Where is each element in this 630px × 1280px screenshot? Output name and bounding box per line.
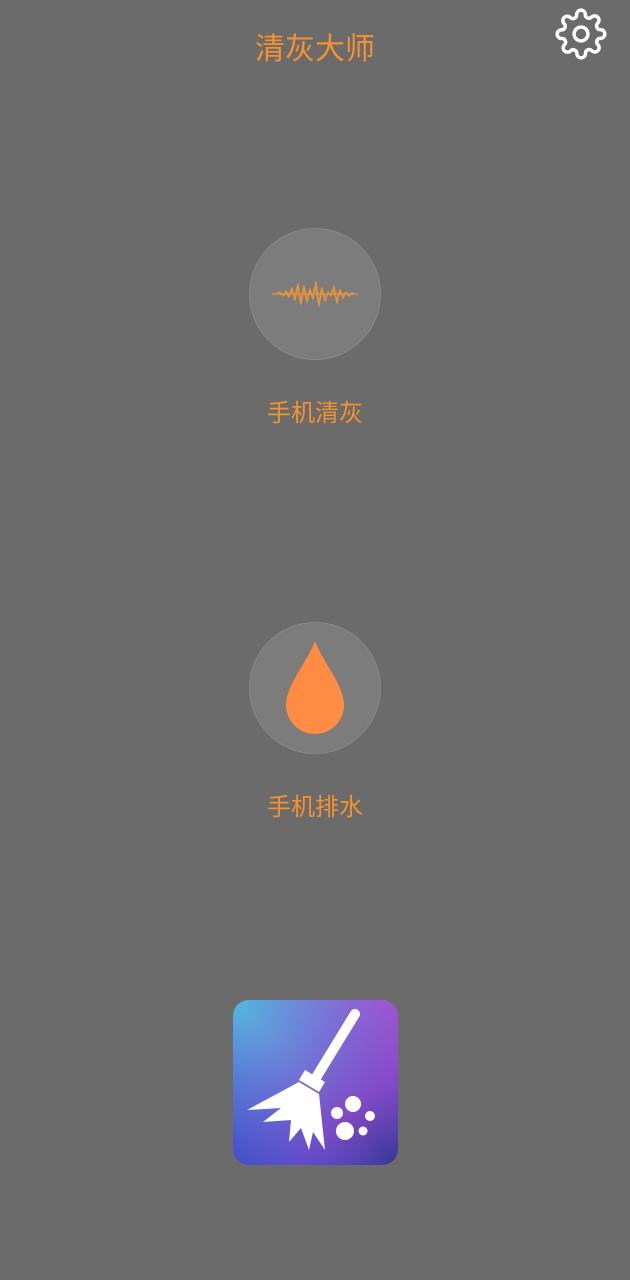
water-eject-feature: 手机排水 xyxy=(0,622,630,824)
dust-clean-button[interactable] xyxy=(249,228,381,360)
water-drop-icon xyxy=(286,641,344,734)
sound-wave-icon xyxy=(272,281,358,307)
dust-clean-label[interactable]: 手机清灰 xyxy=(267,396,363,430)
app-screen: 清灰大师 手机清灰 手机排水 xyxy=(0,0,630,1280)
water-eject-button[interactable] xyxy=(249,622,381,754)
broom-icon xyxy=(233,1000,398,1165)
dust-clean-feature: 手机清灰 xyxy=(0,228,630,430)
broom-cleaner-app-icon[interactable] xyxy=(233,1000,398,1165)
page-title: 清灰大师 xyxy=(255,32,375,67)
settings-button[interactable] xyxy=(553,6,609,62)
gear-icon xyxy=(555,8,607,60)
water-eject-label[interactable]: 手机排水 xyxy=(267,790,363,824)
